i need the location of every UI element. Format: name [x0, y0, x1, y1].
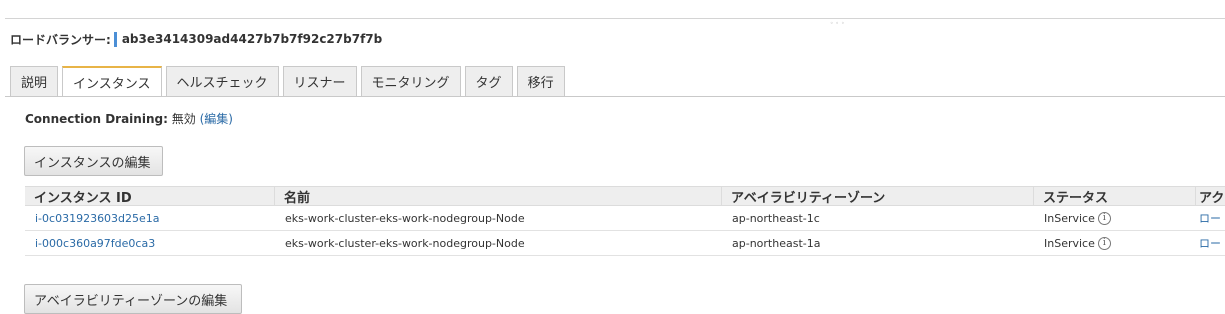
tab-monitoring[interactable]: モニタリング [360, 66, 461, 96]
table-row: i-0c031923603d25e1a eks-work-cluster-eks… [25, 206, 1225, 231]
load-balancer-marker [113, 31, 117, 47]
connection-draining-edit-link[interactable]: (編集) [200, 112, 233, 126]
tab-listeners[interactable]: リスナー [282, 66, 357, 96]
instance-action-link[interactable]: ロー [1196, 206, 1225, 230]
tab-instances[interactable]: インスタンス [62, 66, 162, 97]
instance-az: ap-northeast-1a [732, 236, 821, 250]
instances-table: インスタンス ID 名前 アベイラビリティーゾーン ステータス アク i-0c0… [25, 186, 1225, 256]
instance-status-text: InService [1044, 236, 1095, 250]
tab-tags[interactable]: タグ [464, 66, 513, 96]
top-divider [5, 18, 1225, 19]
column-header-actions[interactable]: アク [1196, 187, 1225, 206]
column-header-instance-id[interactable]: インスタンス ID [25, 187, 275, 205]
tab-migration[interactable]: 移行 [516, 66, 565, 96]
column-header-status[interactable]: ステータス [1034, 187, 1196, 205]
connection-draining: Connection Draining: 無効 (編集) [25, 110, 233, 127]
instance-az: ap-northeast-1c [732, 211, 820, 225]
tab-description[interactable]: 説明 [10, 66, 59, 96]
info-icon[interactable]: i [1097, 211, 1111, 225]
edit-instances-button[interactable]: インスタンスの編集 [24, 146, 163, 176]
instance-status: InService i [1034, 206, 1196, 230]
detail-tabs: 説明 インスタンス ヘルスチェック リスナー モニタリング タグ 移行 [10, 66, 565, 97]
table-header: インスタンス ID 名前 アベイラビリティーゾーン ステータス アク [25, 186, 1225, 206]
edit-availability-zones-button[interactable]: アベイラビリティーゾーンの編集 [24, 284, 242, 314]
connection-draining-label: Connection Draining: [25, 112, 168, 126]
tab-health-check[interactable]: ヘルスチェック [165, 66, 279, 96]
instance-name: eks-work-cluster-eks-work-nodegroup-Node [285, 236, 525, 250]
instance-id-link[interactable]: i-000c360a97fde0ca3 [25, 231, 275, 255]
connection-draining-value: 無効 [171, 112, 196, 126]
instance-status: InService i [1034, 231, 1196, 255]
column-header-availability-zone[interactable]: アベイラビリティーゾーン [722, 187, 1034, 205]
tabs-divider [5, 96, 1225, 97]
load-balancer-header: ロードバランサー: ab3e3414309ad4427b7b7f92c27b7f… [10, 30, 382, 48]
instance-action-link[interactable]: ロー [1196, 231, 1225, 255]
load-balancer-label: ロードバランサー: [10, 32, 111, 47]
resize-drag-handle[interactable]: ◦◦◦ [830, 21, 847, 27]
instance-status-text: InService [1044, 211, 1095, 225]
instance-id-link[interactable]: i-0c031923603d25e1a [25, 206, 275, 230]
info-icon[interactable]: i [1097, 236, 1111, 250]
table-row: i-000c360a97fde0ca3 eks-work-cluster-eks… [25, 231, 1225, 256]
instance-name: eks-work-cluster-eks-work-nodegroup-Node [285, 211, 525, 225]
column-header-name[interactable]: 名前 [275, 187, 722, 205]
load-balancer-id: ab3e3414309ad4427b7b7f92c27b7f7b [121, 32, 383, 46]
